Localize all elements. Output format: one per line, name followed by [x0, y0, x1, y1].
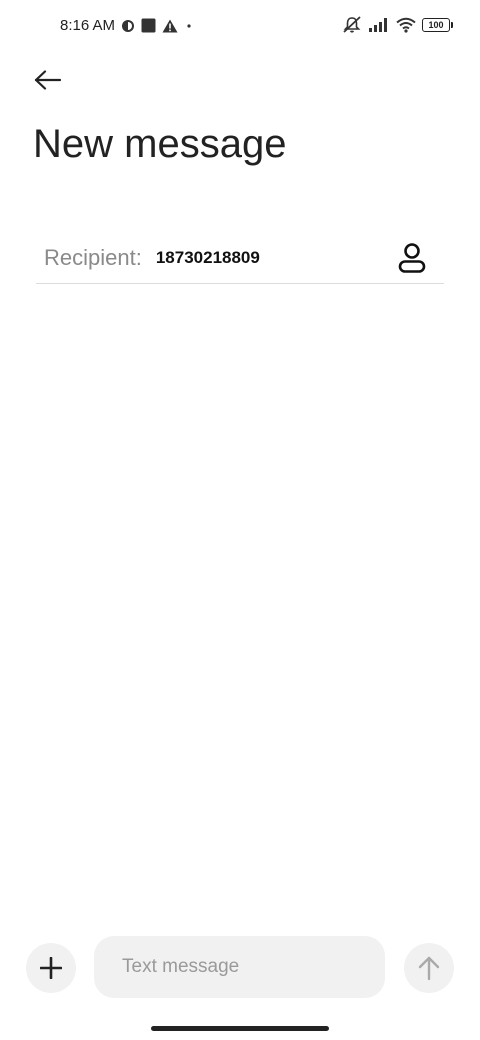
battery-icon: 100 [422, 18, 453, 32]
arrow-left-icon [34, 70, 62, 90]
wifi-icon [396, 17, 416, 33]
plus-icon [40, 957, 62, 979]
arrow-up-icon [418, 956, 440, 981]
status-bar: 8:16 AM 100 [0, 0, 480, 56]
status-time: 8:16 AM [60, 17, 116, 34]
signal-icon [368, 18, 390, 32]
message-input[interactable] [94, 936, 385, 998]
page-title: New message [33, 122, 287, 166]
square-icon [141, 18, 156, 33]
contact-picker-button[interactable] [394, 240, 430, 276]
status-right: 100 [342, 16, 453, 34]
home-indicator[interactable] [151, 1026, 329, 1031]
battery-level: 100 [428, 20, 444, 30]
back-button[interactable] [28, 62, 68, 98]
dot-icon [184, 21, 194, 31]
recipient-input[interactable] [155, 247, 356, 268]
circle-half-icon [121, 19, 135, 33]
recipient-label: Recipient: [44, 244, 142, 270]
attach-button[interactable] [26, 943, 76, 993]
warning-icon [162, 19, 178, 33]
send-button[interactable] [404, 943, 454, 993]
person-icon [398, 243, 426, 273]
recipient-row: Recipient: [36, 232, 444, 284]
mute-vibrate-icon [342, 16, 362, 34]
status-left: 8:16 AM [60, 17, 194, 34]
